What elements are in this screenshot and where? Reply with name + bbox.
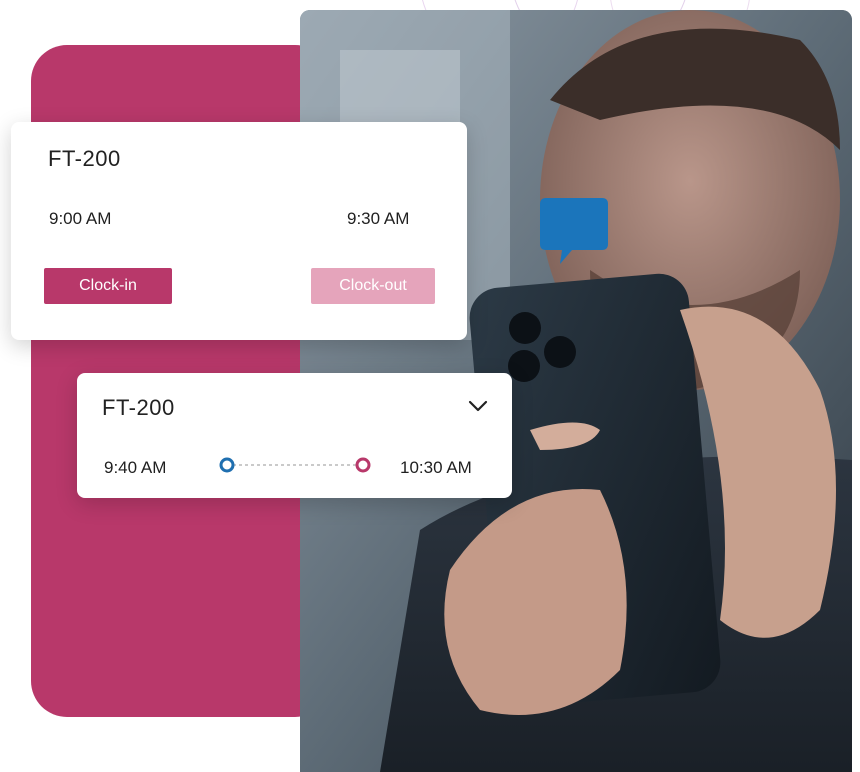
end-time: 9:30 AM [347, 209, 410, 228]
stage: FT-200 9:00 AM 9:30 AM Clock-in Clock-ou… [0, 0, 860, 772]
timeline-end-marker [355, 457, 371, 473]
shift-card-primary: FT-200 9:00 AM 9:30 AM Clock-in Clock-ou… [11, 122, 467, 340]
shift-card-secondary: FT-200 9:40 AM 10:30 AM [77, 373, 512, 498]
end-time: 10:30 AM [400, 458, 472, 477]
start-time: 9:40 AM [104, 458, 167, 477]
start-time: 9:00 AM [49, 209, 112, 228]
card-title: FT-200 [102, 395, 175, 420]
chat-bubble-icon [540, 198, 608, 264]
shift-timeline [219, 457, 371, 473]
chevron-down-icon[interactable] [467, 399, 489, 413]
card-title: FT-200 [48, 146, 121, 171]
clock-out-button[interactable]: Clock-out [311, 268, 435, 304]
clock-in-button[interactable]: Clock-in [44, 268, 172, 304]
timeline-start-marker [219, 457, 235, 473]
